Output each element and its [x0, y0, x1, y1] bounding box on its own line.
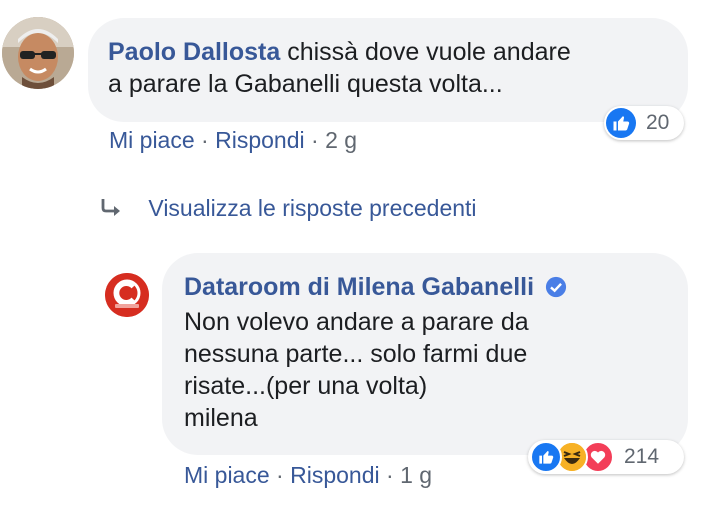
avatar-photo [2, 17, 74, 89]
reply-actions: Mi piace · Rispondi · 1 g [184, 462, 432, 489]
comment-text: Paolo Dallosta chissà dove vuole andare … [108, 36, 571, 100]
reply-text-line: risate...(per una volta) [184, 372, 428, 400]
view-previous-replies[interactable]: Visualizza le risposte precedenti [100, 195, 477, 224]
verified-badge-icon [545, 274, 567, 306]
reply-reply-link[interactable]: Rispondi [290, 462, 380, 488]
reply-timestamp[interactable]: 1 g [400, 462, 432, 488]
comment-reaction-count: 20 [646, 111, 670, 134]
reply-bubble: Dataroom di Milena Gabanelli Non volevo … [162, 253, 688, 455]
reply-reactions[interactable]: 214 [528, 440, 684, 474]
comment-timestamp[interactable]: 2 g [325, 127, 357, 153]
view-previous-replies-label: Visualizza le risposte precedenti [148, 195, 477, 221]
reply-arrow-icon [100, 197, 130, 224]
reply-text-line: nessuna parte... solo farmi due [184, 340, 528, 368]
reply-reaction-count: 214 [624, 445, 660, 468]
reply-text-line: Non volevo andare a parare da [184, 308, 529, 336]
separator-dot: · [386, 462, 394, 488]
comment-reactions[interactable]: 20 [604, 106, 684, 140]
separator-dot: · [201, 127, 209, 153]
comment-text-line1: chissà dove vuole andare [287, 38, 571, 66]
like-icon [606, 108, 636, 138]
separator-dot: · [276, 462, 284, 488]
comment-bubble: Paolo Dallosta chissà dove vuole andare … [88, 18, 688, 122]
comment-actions: Mi piace · Rispondi · 2 g [109, 127, 357, 154]
reply-content: Dataroom di Milena Gabanelli Non volevo … [184, 271, 567, 434]
avatar-dataroom[interactable] [105, 273, 149, 317]
like-icon [530, 441, 562, 473]
dataroom-logo [105, 273, 149, 317]
comment-like-link[interactable]: Mi piace [109, 127, 195, 153]
avatar-paolo[interactable] [2, 17, 74, 89]
reply-author[interactable]: Dataroom di Milena Gabanelli [184, 273, 534, 301]
separator-dot: · [311, 127, 319, 153]
reply-text-line: milena [184, 404, 258, 432]
reply-like-link[interactable]: Mi piace [184, 462, 270, 488]
comment-author[interactable]: Paolo Dallosta [108, 38, 280, 66]
comment-text-line2: a parare la Gabanelli questa volta... [108, 70, 503, 98]
comment-reply-link[interactable]: Rispondi [215, 127, 305, 153]
